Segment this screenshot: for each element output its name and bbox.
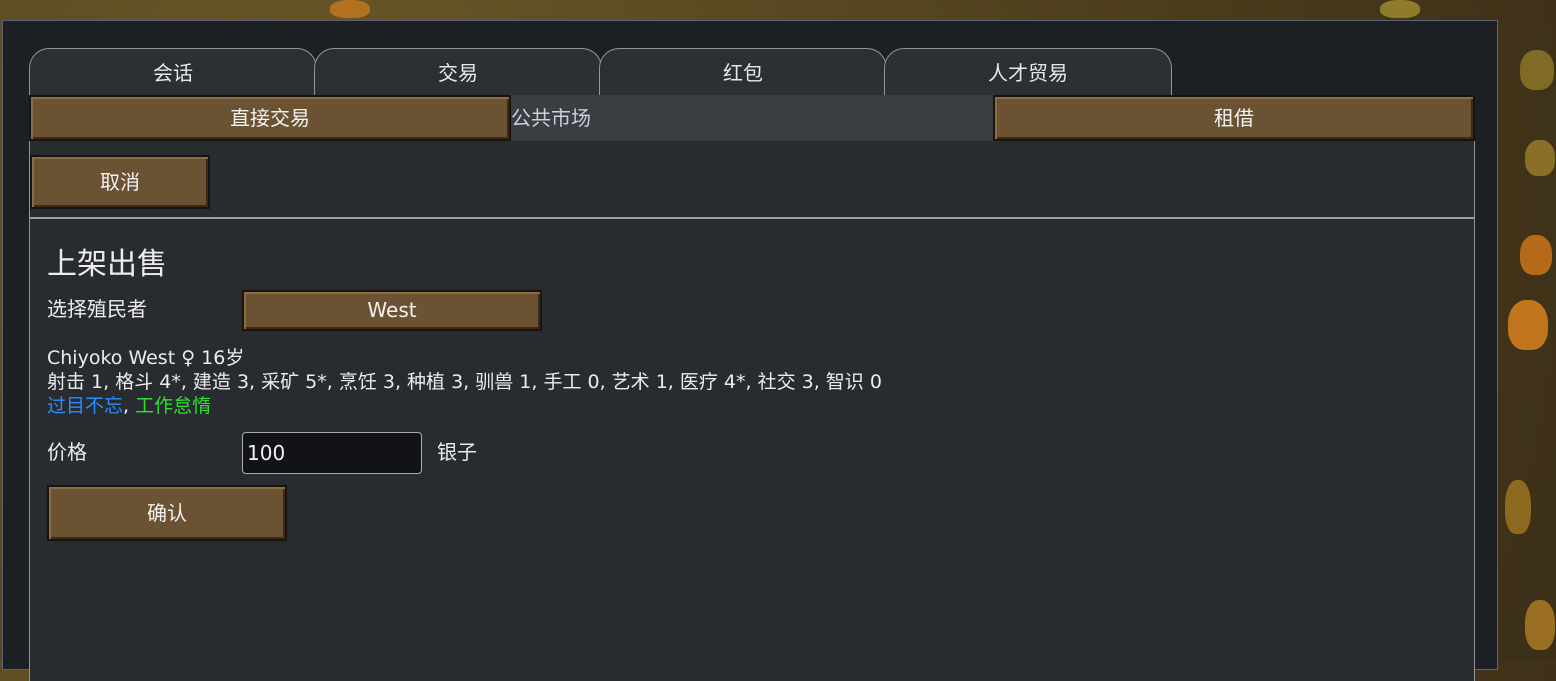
trait-good-memory: 过目不忘 [47,395,124,417]
price-label: 价格 [47,440,87,464]
page-title: 上架出售 [47,247,167,282]
tree-icon [1520,235,1552,275]
tab-trade[interactable]: 交易 [314,48,602,96]
tree-icon [1525,600,1555,650]
colonist-summary: Chiyoko West ♀ 16岁 [47,347,245,369]
cancel-button[interactable]: 取消 [30,155,210,209]
select-colonist-label: 选择殖民者 [47,297,147,321]
tab-talent-trade[interactable]: 人才贸易 [884,48,1172,96]
subtab-direct-trade[interactable]: 直接交易 [29,95,511,141]
subtab-public-market[interactable]: 公共市场 [511,95,591,141]
tree-icon [1380,0,1420,18]
price-input[interactable] [242,432,422,474]
tree-icon [1525,140,1555,176]
tree-icon [1505,480,1531,534]
colonist-select-button[interactable]: West [242,290,542,331]
subtab-lease[interactable]: 租借 [993,95,1475,141]
currency-label: 银子 [437,440,477,464]
divider [30,217,1474,219]
subtab-bar: 直接交易 公共市场 租借 [29,95,1475,141]
tree-icon [1508,300,1548,350]
trait-separator: , [123,395,136,417]
tree-icon [330,0,370,18]
market-panel: 取消 上架出售 选择殖民者 West Chiyoko West ♀ 16岁 射击… [29,141,1475,681]
colonist-skills: 射击 1, 格斗 4*, 建造 3, 采矿 5*, 烹饪 3, 种植 3, 驯兽… [47,371,882,393]
trade-window: 会话 交易 红包 人才贸易 直接交易 公共市场 租借 取消 上架出售 选择殖民者… [2,20,1498,681]
tree-icon [1520,50,1554,90]
confirm-button[interactable]: 确认 [47,485,287,541]
colonist-traits: 过目不忘, 工作怠惰 [47,394,211,418]
trait-lazy: 工作怠惰 [135,395,212,417]
tab-red-packet[interactable]: 红包 [599,48,887,96]
tab-conversation[interactable]: 会话 [29,48,317,96]
